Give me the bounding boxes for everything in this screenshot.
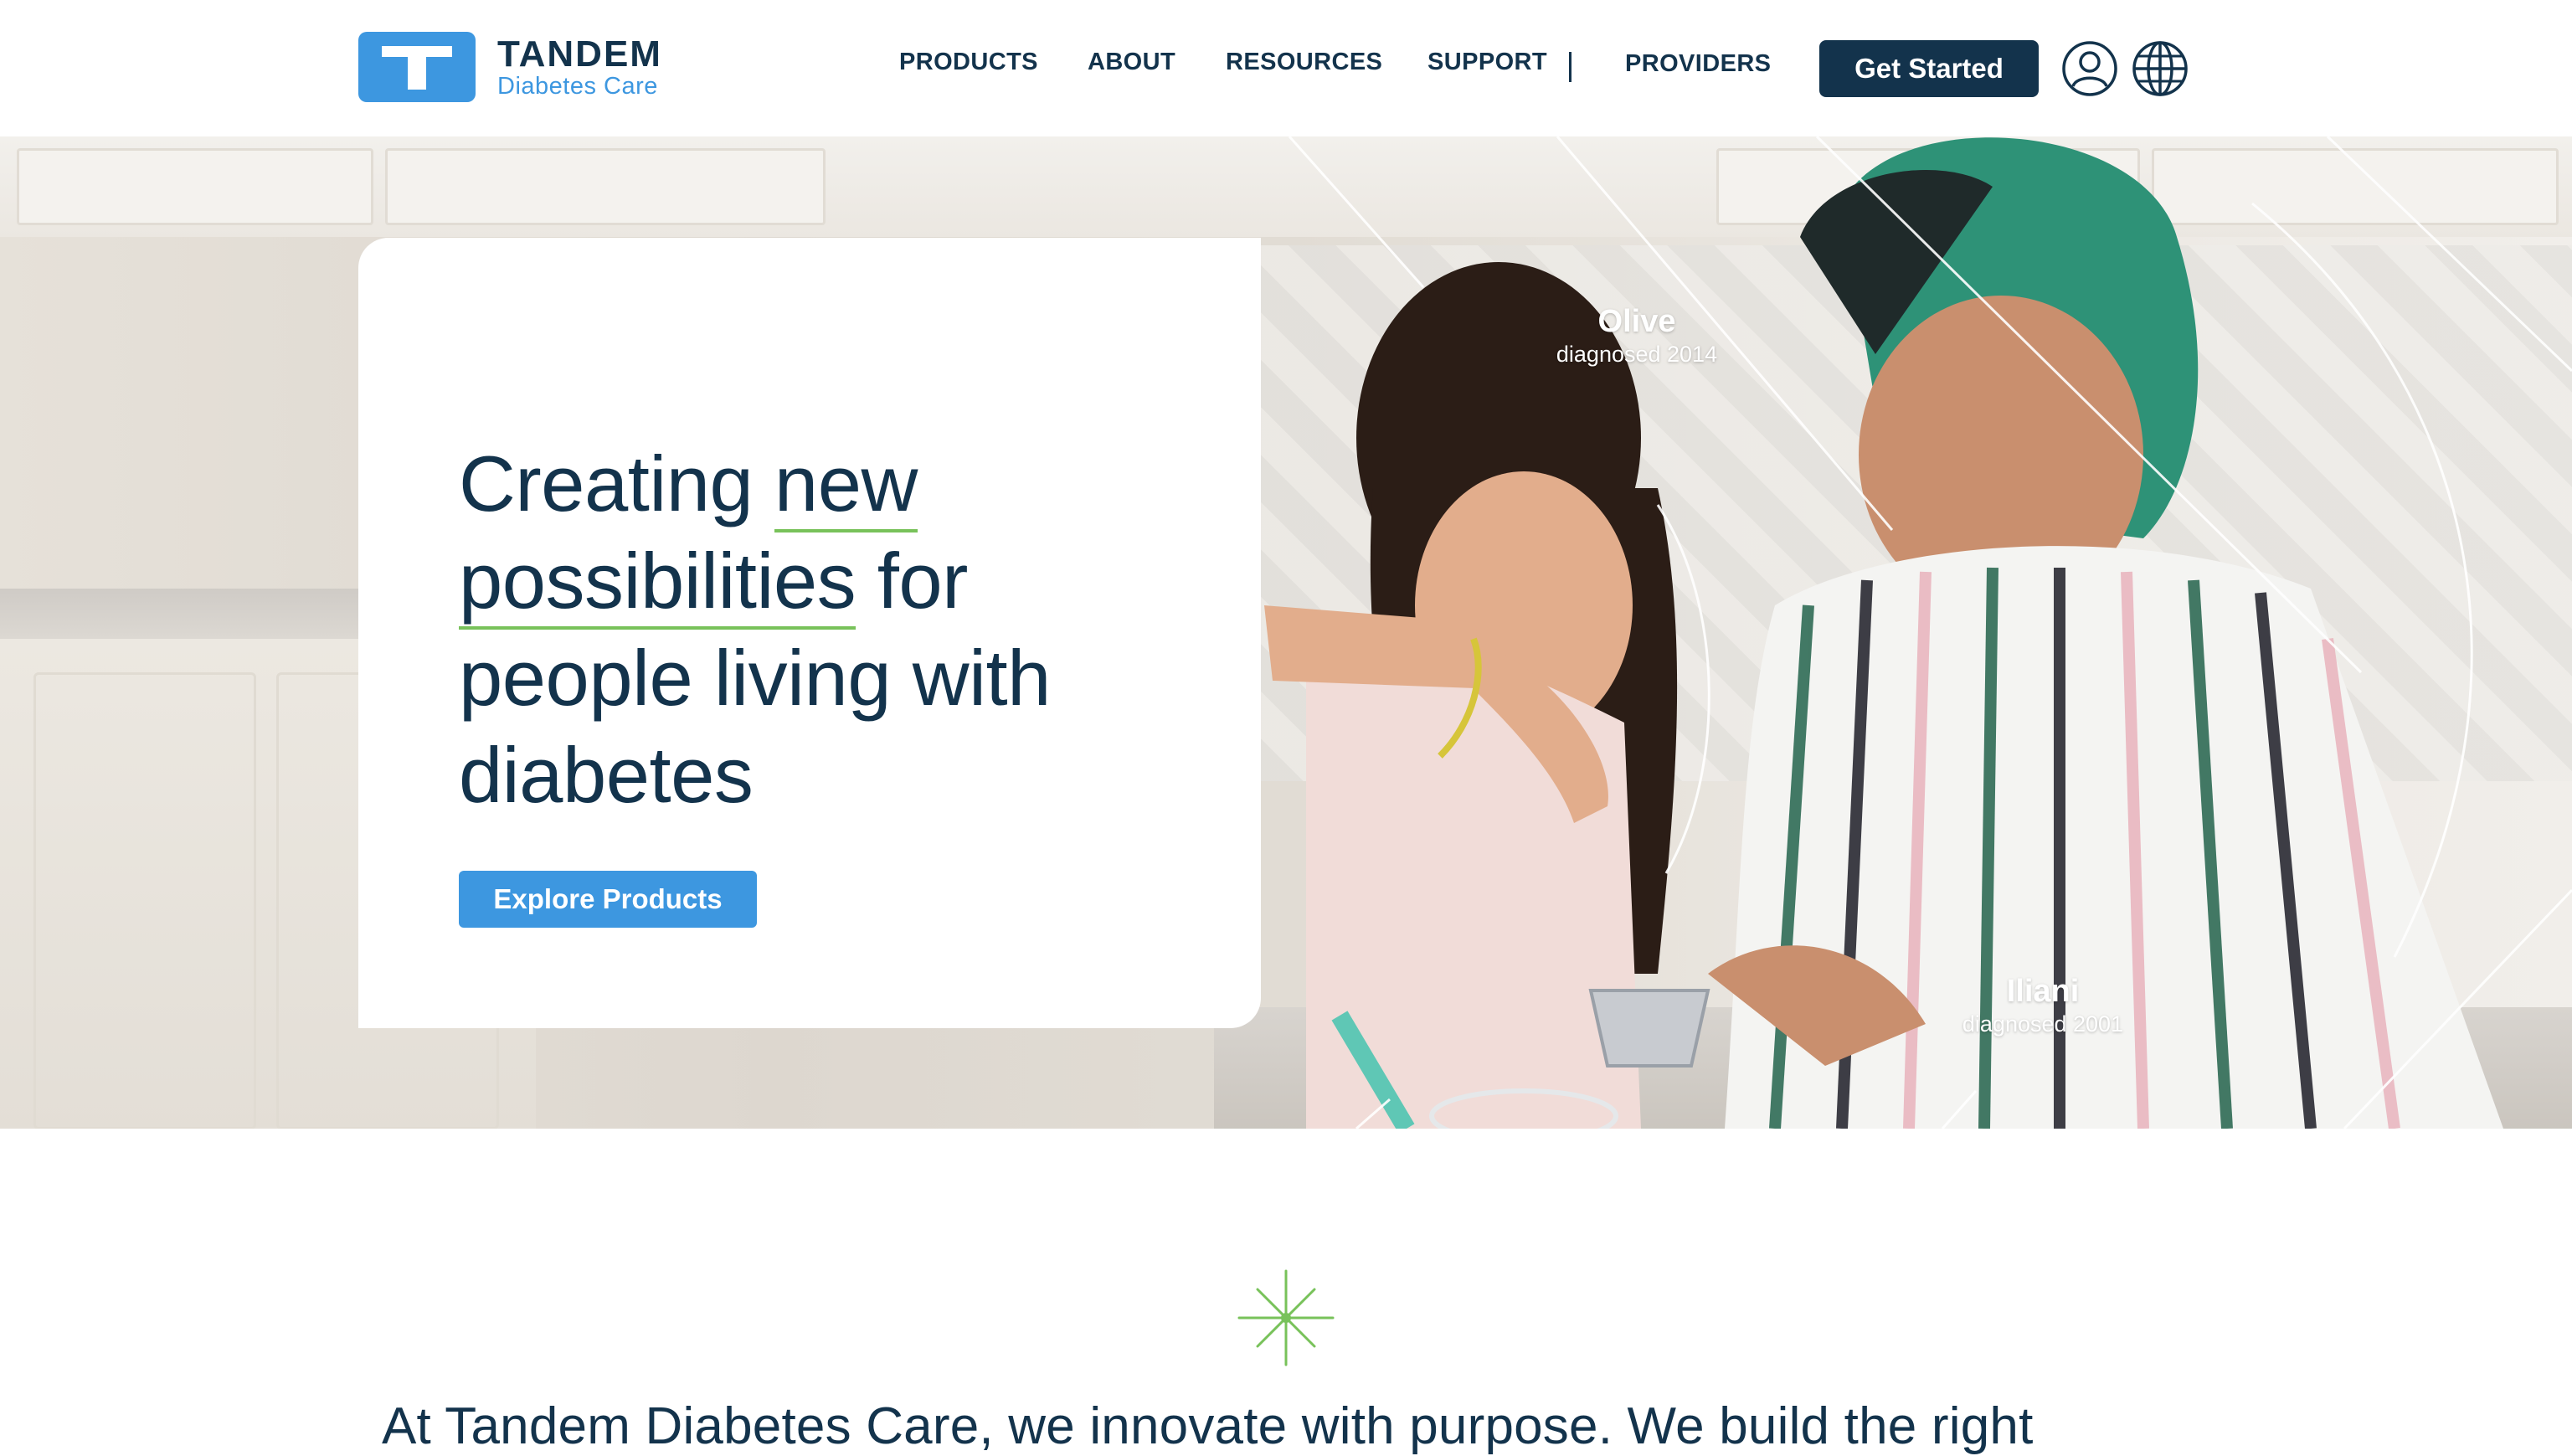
tandem-logo[interactable]: TANDEM Diabetes Care (358, 32, 662, 102)
hero-card: Creating new possibilities for people li… (358, 238, 1261, 1028)
hero-title: Creating new possibilities for people li… (459, 435, 1129, 824)
person-name: Olive (1597, 304, 1676, 339)
person-tag-olive: Olive diagnosed 2014 (1532, 304, 1741, 368)
t-logo-icon (358, 32, 476, 102)
explore-products-button[interactable]: Explore Products (459, 871, 757, 928)
logo-name: TANDEM (497, 33, 662, 75)
nav-about[interactable]: ABOUT (1088, 49, 1175, 76)
site-header: TANDEM Diabetes Care PRODUCTS ABOUT RESO… (0, 0, 2572, 136)
intro-text: At Tandem Diabetes Care, we innovate wit… (382, 1397, 2034, 1455)
hero-title-highlight-possibilities: possibilities (459, 537, 856, 630)
nav-products[interactable]: PRODUCTS (899, 49, 1038, 76)
globe-icon[interactable] (2132, 40, 2189, 97)
nav-resources[interactable]: RESOURCES (1226, 49, 1382, 76)
nav-support[interactable]: SUPPORT (1427, 49, 1547, 76)
person-name: Iliani (2006, 974, 2080, 1009)
person-diagnosed: diagnosed 2001 (1962, 1011, 2124, 1037)
get-started-button[interactable]: Get Started (1819, 40, 2039, 97)
logo-subtitle: Diabetes Care (497, 72, 658, 100)
user-icon[interactable] (2061, 40, 2118, 97)
nav-providers[interactable]: PROVIDERS (1625, 50, 1771, 78)
sparkle-icon (1236, 1268, 1336, 1368)
nav-divider (1569, 52, 1571, 82)
person-tag-iliani: Iliani diagnosed 2001 (1938, 974, 2148, 1037)
hero-title-part: Creating (459, 440, 774, 527)
hero-title-highlight-new: new (774, 440, 918, 532)
person-diagnosed: diagnosed 2014 (1556, 342, 1718, 367)
